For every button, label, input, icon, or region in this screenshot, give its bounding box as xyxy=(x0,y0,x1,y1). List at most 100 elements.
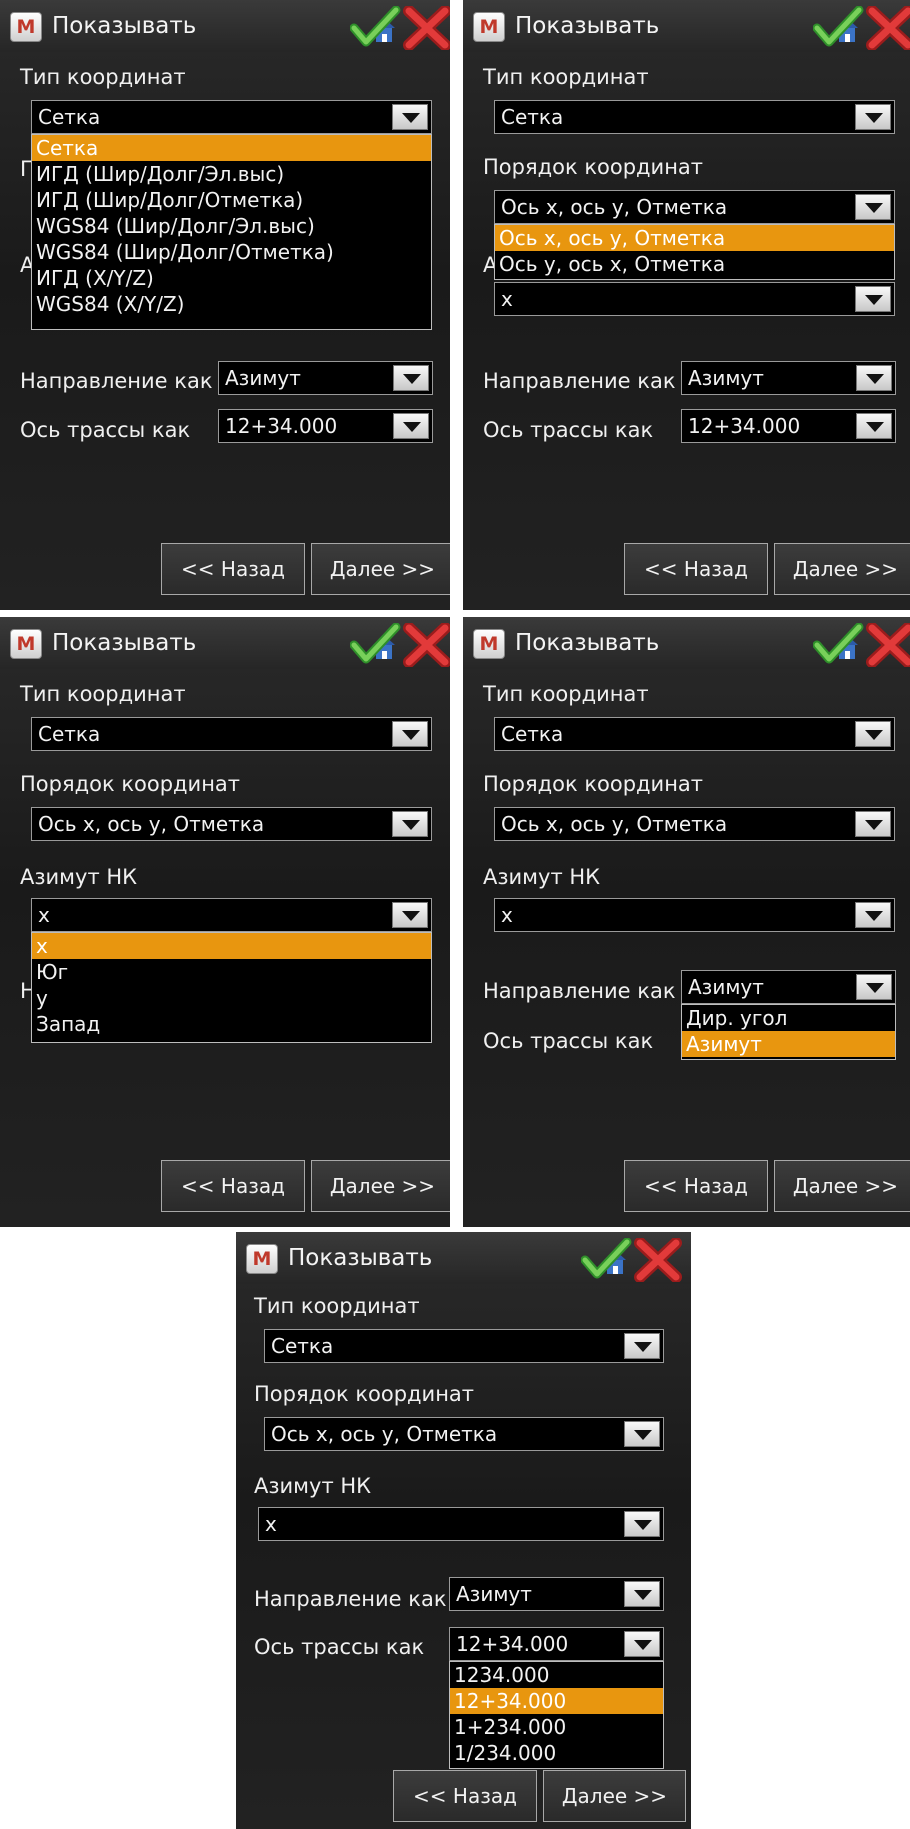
chevron-down-icon[interactable] xyxy=(624,1631,660,1657)
coord-type-combo[interactable]: Сетка xyxy=(31,100,432,134)
combo-value: Сетка xyxy=(38,722,101,746)
chevron-down-icon[interactable] xyxy=(624,1421,660,1447)
ok-checkmark-icon[interactable] xyxy=(350,623,402,667)
dropdown-option[interactable]: Дир. угол xyxy=(682,1005,895,1031)
dropdown-option[interactable]: Юг xyxy=(32,959,431,985)
combo-value: Ось x, ось y, Отметка xyxy=(38,812,265,836)
next-button[interactable]: Далее >> xyxy=(774,543,910,595)
dropdown-option[interactable]: Ось x, ось y, Отметка xyxy=(495,225,894,251)
dropdown-option[interactable]: Сетка xyxy=(32,135,431,161)
dropdown-option[interactable]: y xyxy=(32,985,431,1011)
next-button[interactable]: Далее >> xyxy=(311,1160,450,1212)
chevron-down-icon[interactable] xyxy=(392,721,428,747)
screen-route-axis-open: M Показывать Тип координат Сетка Порядок… xyxy=(236,1232,691,1829)
chevron-down-icon[interactable] xyxy=(855,811,891,837)
azimuth-nk-label: Азимут НК xyxy=(20,865,138,889)
combo-value: Азимут xyxy=(456,1582,532,1606)
chevron-down-icon[interactable] xyxy=(392,104,428,130)
back-button[interactable]: << Назад xyxy=(624,1160,768,1212)
ok-checkmark-icon[interactable] xyxy=(350,6,402,50)
chevron-down-icon[interactable] xyxy=(624,1581,660,1607)
chevron-down-icon[interactable] xyxy=(624,1511,660,1537)
chevron-down-icon[interactable] xyxy=(855,194,891,220)
coord-order-combo[interactable]: Ось x, ось y, Отметка xyxy=(264,1417,664,1451)
chevron-down-icon[interactable] xyxy=(392,811,428,837)
coord-type-label: Тип координат xyxy=(483,65,649,89)
next-button[interactable]: Далее >> xyxy=(774,1160,910,1212)
dropdown-option[interactable]: WGS84 (X/Y/Z) xyxy=(32,291,431,317)
back-button[interactable]: << Назад xyxy=(161,1160,305,1212)
dropdown-option[interactable]: 12+34.000 xyxy=(450,1688,663,1714)
direction-as-combo[interactable]: Азимут xyxy=(681,970,896,1004)
chevron-down-icon[interactable] xyxy=(856,974,892,1000)
dropdown-option[interactable]: x xyxy=(32,933,431,959)
route-axis-combo[interactable]: 12+34.000 xyxy=(681,409,896,443)
chevron-down-icon[interactable] xyxy=(855,104,891,130)
azimuth-nk-combo[interactable]: x xyxy=(258,1507,664,1541)
dropdown-option[interactable]: Ось y, ось x, Отметка xyxy=(495,251,894,277)
dropdown-option[interactable]: ИГД (Шир/Долг/Отметка) xyxy=(32,187,431,213)
back-button[interactable]: << Назад xyxy=(393,1770,537,1822)
route-axis-combo[interactable]: 12+34.000 xyxy=(449,1627,664,1661)
cancel-x-icon[interactable] xyxy=(866,6,910,50)
app-menu-icon[interactable]: M xyxy=(10,12,42,42)
chevron-down-icon[interactable] xyxy=(393,413,429,439)
app-menu-icon[interactable]: M xyxy=(473,629,505,659)
chevron-down-icon[interactable] xyxy=(855,721,891,747)
dropdown-option[interactable]: Запад xyxy=(32,1011,431,1037)
cancel-x-icon[interactable] xyxy=(866,623,910,667)
combo-value: Ось x, ось y, Отметка xyxy=(501,195,728,219)
combo-value: 12+34.000 xyxy=(456,1632,569,1656)
cancel-x-icon[interactable] xyxy=(634,1238,682,1282)
coord-order-combo[interactable]: Ось x, ось y, Отметка xyxy=(31,807,432,841)
coord-type-combo[interactable]: Сетка xyxy=(31,717,432,751)
direction-as-combo[interactable]: Азимут xyxy=(218,361,433,395)
coord-type-combo[interactable]: Сетка xyxy=(494,100,895,134)
dropdown-option[interactable]: 1+234.000 xyxy=(450,1714,663,1740)
azimuth-nk-combo[interactable]: x xyxy=(31,898,432,932)
combo-value: Ось x, ось y, Отметка xyxy=(501,812,728,836)
window-title: Показывать xyxy=(515,630,660,656)
route-axis-label: Ось трассы как xyxy=(483,1029,654,1053)
direction-as-combo[interactable]: Азимут xyxy=(681,361,896,395)
chevron-down-icon[interactable] xyxy=(855,286,891,312)
chevron-down-icon[interactable] xyxy=(393,365,429,391)
chevron-down-icon[interactable] xyxy=(856,413,892,439)
dropdown-option[interactable]: Азимут xyxy=(682,1031,895,1057)
direction-as-label: Направление как xyxy=(483,979,676,1003)
back-button[interactable]: << Назад xyxy=(161,543,305,595)
ok-checkmark-icon[interactable] xyxy=(813,6,865,50)
app-menu-icon[interactable]: M xyxy=(246,1244,278,1274)
screen-direction-open: M Показывать Тип координат Сетка Порядок… xyxy=(463,617,910,1227)
chevron-down-icon[interactable] xyxy=(624,1333,660,1359)
coord-order-combo[interactable]: Ось x, ось y, Отметка xyxy=(494,190,895,224)
coord-type-combo[interactable]: Сетка xyxy=(264,1329,664,1363)
ok-checkmark-icon[interactable] xyxy=(581,1238,633,1282)
coord-type-combo[interactable]: Сетка xyxy=(494,717,895,751)
combo-value: Азимут xyxy=(688,975,764,999)
next-button[interactable]: Далее >> xyxy=(311,543,450,595)
azimuth-nk-label: Азимут НК xyxy=(483,865,601,889)
cancel-x-icon[interactable] xyxy=(403,623,450,667)
dropdown-option[interactable]: ИГД (Шир/Долг/Эл.выс) xyxy=(32,161,431,187)
dropdown-option[interactable]: ИГД (X/Y/Z) xyxy=(32,265,431,291)
azimuth-nk-combo[interactable]: x xyxy=(494,898,895,932)
azimuth-nk-combo[interactable]: x xyxy=(494,282,895,316)
coord-order-combo[interactable]: Ось x, ось y, Отметка xyxy=(494,807,895,841)
dropdown-option[interactable]: 1234.000 xyxy=(450,1662,663,1688)
ok-checkmark-icon[interactable] xyxy=(813,623,865,667)
route-axis-combo[interactable]: 12+34.000 xyxy=(218,409,433,443)
dropdown-option[interactable]: 1/234.000 xyxy=(450,1740,663,1766)
back-button[interactable]: << Назад xyxy=(624,543,768,595)
dropdown-option[interactable]: WGS84 (Шир/Долг/Эл.выс) xyxy=(32,213,431,239)
app-menu-icon[interactable]: M xyxy=(10,629,42,659)
chevron-down-icon[interactable] xyxy=(392,902,428,928)
direction-as-combo[interactable]: Азимут xyxy=(449,1577,664,1611)
direction-as-dropdown: Дир. угол Азимут xyxy=(681,1004,896,1060)
next-button[interactable]: Далее >> xyxy=(543,1770,686,1822)
app-menu-icon[interactable]: M xyxy=(473,12,505,42)
chevron-down-icon[interactable] xyxy=(855,902,891,928)
dropdown-option[interactable]: WGS84 (Шир/Долг/Отметка) xyxy=(32,239,431,265)
cancel-x-icon[interactable] xyxy=(403,6,450,50)
chevron-down-icon[interactable] xyxy=(856,365,892,391)
